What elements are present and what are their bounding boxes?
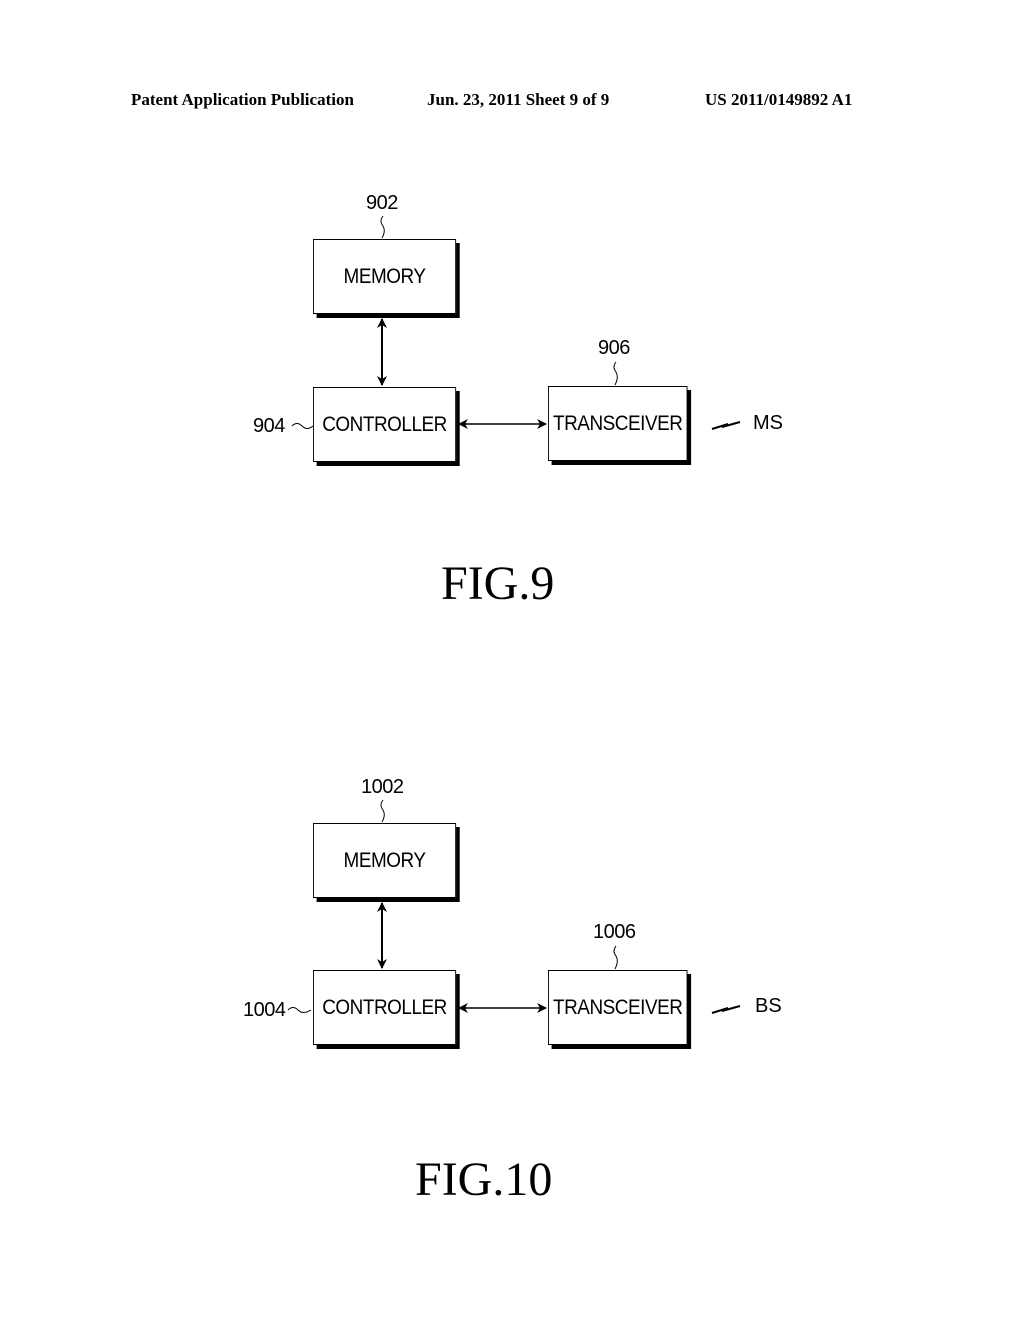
lightning-icon [711, 421, 741, 430]
controller-ref-leader [291, 423, 314, 429]
controller-ref-leader [287, 1007, 312, 1013]
transceiver-ref-leader [613, 945, 618, 970]
connector-overlay [287, 215, 741, 1014]
transceiver-ref-leader [613, 361, 618, 386]
memory-ref-leader [380, 215, 385, 239]
memory-ref-leader [380, 799, 385, 823]
lightning-icon [711, 1005, 741, 1014]
